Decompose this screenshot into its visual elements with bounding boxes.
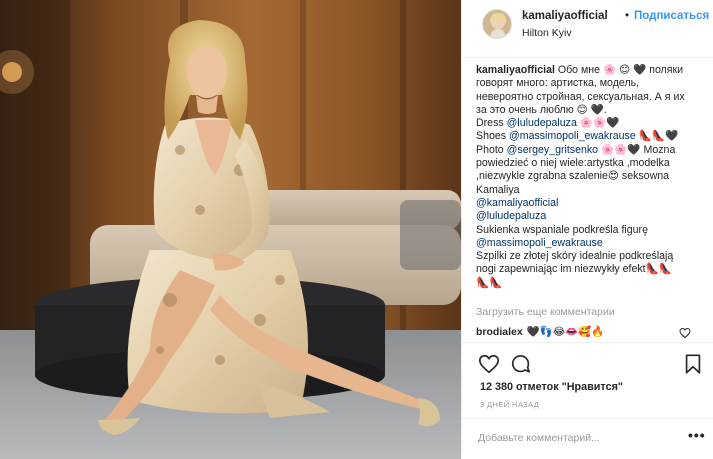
caption-text: говорят много: артистка, модель, xyxy=(476,77,640,90)
instagram-post: kamaliyaofficial • Подписаться Hilton Ky… xyxy=(0,0,713,459)
caption-text: nogi zapewniając im niezwykły efekt👠👠 xyxy=(476,263,672,276)
caption-text: 👠👠🖤 xyxy=(635,130,679,143)
caption-username[interactable]: kamaliyaofficial xyxy=(476,64,555,76)
mention-link[interactable]: @luludepaluza xyxy=(476,210,708,223)
caption-text: Kamaliya xyxy=(476,183,520,196)
header-username[interactable]: kamaliyaofficial xyxy=(522,10,608,22)
caption-text: за это очень люблю 😊 🖤. xyxy=(476,103,607,116)
caption-text: Shoes xyxy=(476,130,509,143)
post-timestamp: 3 ДНЕЙ НАЗАД xyxy=(480,400,540,409)
caption-text: 🌸🌸🖤 xyxy=(576,117,620,130)
post-sidebar: kamaliyaofficial • Подписаться Hilton Ky… xyxy=(461,0,713,459)
caption-text: ,niezwykle zgrabna szalenie😍 seksowna xyxy=(476,170,669,183)
caption-text: невероятно стройная, сексуальная. А я их xyxy=(476,90,685,103)
mention-link[interactable]: @sergey_gritsenko xyxy=(507,144,598,156)
load-more-comments-link[interactable]: Загрузить еще комментарии xyxy=(476,306,615,318)
caption-text: powiedzieć o niej wiele:artystka ,modelk… xyxy=(476,157,670,170)
comment-username[interactable]: brodialex xyxy=(476,326,523,338)
comment-icon[interactable] xyxy=(510,353,532,375)
comments-section: kamaliyaofficial Обо мне 🌸 😊 🖤 поляки го… xyxy=(462,58,713,343)
caption-text: 👠👠 xyxy=(476,276,503,289)
avatar[interactable] xyxy=(482,9,512,39)
avatar-image xyxy=(483,10,511,38)
caption-text: Sukienka wspaniale podkreśla figurę xyxy=(476,223,648,236)
caption-text: Photo xyxy=(476,143,507,156)
comment-item: brodialex 🖤👣😂👄🥰🔥 xyxy=(476,325,604,338)
header-separator: • xyxy=(625,10,630,22)
more-options-icon[interactable]: ••• xyxy=(688,427,706,443)
post-photo[interactable] xyxy=(0,0,461,459)
post-header: kamaliyaofficial • Подписаться Hilton Ky… xyxy=(462,0,713,58)
likes-count[interactable]: 12 380 отметок "Нравится" xyxy=(480,381,623,393)
caption-text: 🌸🌸🖤 Mozna xyxy=(598,143,676,156)
bookmark-icon[interactable] xyxy=(682,353,704,375)
caption-text: Dress xyxy=(476,117,507,130)
heart-icon[interactable] xyxy=(478,353,500,375)
post-caption: kamaliyaofficial Обо мне 🌸 😊 🖤 поляки го… xyxy=(476,64,708,290)
mention-link[interactable]: @massimopoli_ewakrause xyxy=(509,130,636,142)
follow-button[interactable]: Подписаться xyxy=(634,10,709,22)
action-bar xyxy=(462,343,713,379)
small-heart-icon[interactable] xyxy=(679,326,691,339)
caption-text: Szpilki ze złotej skóry idealnie podkreś… xyxy=(476,250,674,263)
comment-input[interactable] xyxy=(478,429,678,447)
caption-text: Обо мне 🌸 😊 🖤 поляки xyxy=(554,64,684,76)
comment-text: 🖤👣😂👄🥰🔥 xyxy=(526,326,605,338)
mention-link[interactable]: @kamaliyaofficial xyxy=(476,197,708,210)
mention-link[interactable]: @massimopoli_ewakrause xyxy=(476,237,708,250)
mention-link[interactable]: @luludepaluza xyxy=(507,117,577,129)
photo-illustration xyxy=(0,0,461,459)
location-link[interactable]: Hilton Kyiv xyxy=(522,27,572,39)
add-comment-bar: ••• xyxy=(462,418,713,459)
